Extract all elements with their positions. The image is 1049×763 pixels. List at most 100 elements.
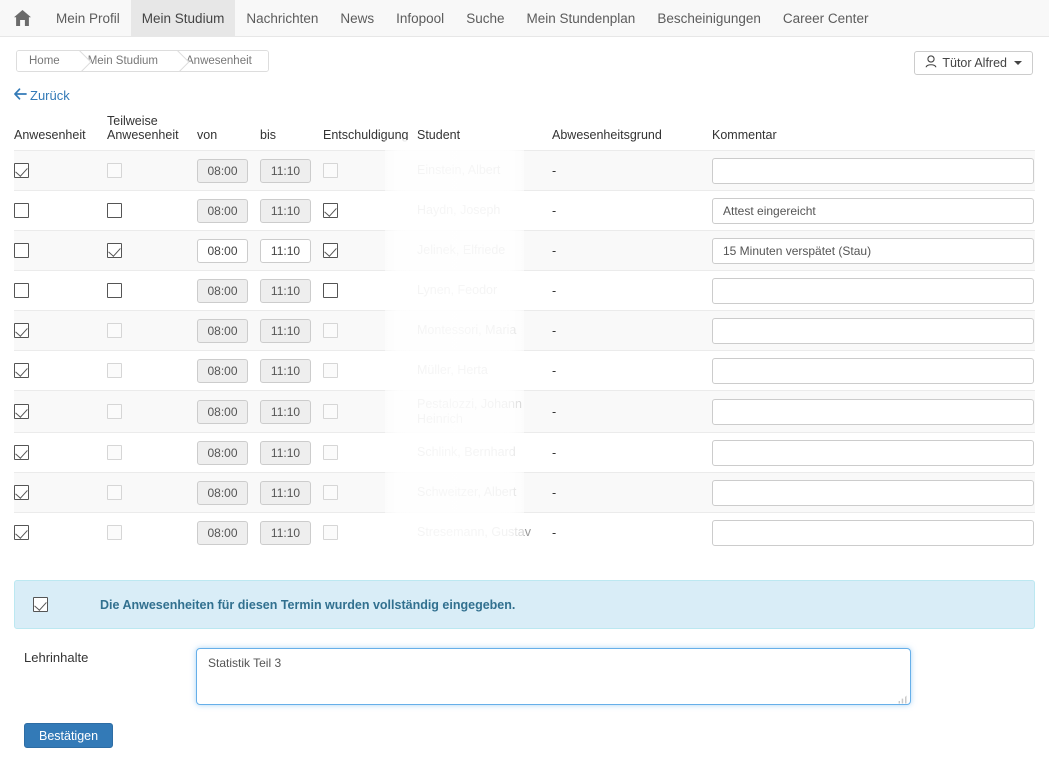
cell-von: 08:00: [197, 390, 260, 433]
anwesenheit-checkbox[interactable]: [14, 363, 29, 379]
cell-entschuldigung: [323, 230, 417, 271]
table-row: 08:00 11:10 Schweitzer, Albert -: [14, 472, 1035, 513]
teilweise-anwesenheit-checkbox[interactable]: [107, 283, 122, 299]
attendance-table-container: Anwesenheit Teilweise Anwesenheit von bi…: [14, 114, 1035, 560]
cell-entschuldigung: [323, 472, 417, 513]
breadcrumb-label: Home: [29, 55, 60, 67]
anwesenheit-checkbox[interactable]: [14, 163, 29, 179]
user-menu-button[interactable]: Tütor Alfred: [914, 51, 1033, 75]
nav-item-mein-studium[interactable]: Mein Studium: [130, 0, 236, 36]
anwesenheit-checkbox[interactable]: [14, 323, 29, 339]
cell-bis: 11:10: [260, 270, 323, 311]
nav-item-suche[interactable]: Suche: [455, 0, 515, 36]
student-name: Einstein, Albert: [417, 163, 501, 177]
anwesenheit-checkbox[interactable]: [14, 283, 29, 299]
bis-time-input: 11:10: [260, 198, 311, 223]
cell-von: 08:00: [197, 190, 260, 231]
header-label: Abwesenheitsgrund: [552, 128, 662, 142]
cell-abwesenheitsgrund: -: [552, 350, 712, 391]
entschuldigung-checkbox: [323, 445, 338, 461]
abwesenheitsgrund-value: -: [552, 445, 557, 460]
nav-item-bescheinigungen[interactable]: Bescheinigungen: [646, 0, 772, 36]
kommentar-input[interactable]: Attest eingereicht: [712, 197, 1034, 224]
breadcrumb-label: Mein Studium: [87, 55, 158, 67]
nav-item-career-center[interactable]: Career Center: [772, 0, 880, 36]
entschuldigung-checkbox: [323, 363, 338, 379]
cell-abwesenheitsgrund: -: [552, 390, 712, 433]
bis-time-input: 11:10: [260, 318, 311, 343]
kommentar-input[interactable]: 15 Minuten verspätet (Stau): [712, 237, 1034, 264]
nav-item-infopool[interactable]: Infopool: [385, 0, 455, 36]
kommentar-input[interactable]: [712, 439, 1034, 466]
nav-item-nachrichten[interactable]: Nachrichten: [235, 0, 329, 36]
nav-item-mein-profil[interactable]: Mein Profil: [45, 0, 131, 36]
cell-bis: 11:10: [260, 190, 323, 231]
kommentar-input[interactable]: [712, 357, 1034, 384]
resize-handle-icon[interactable]: [898, 693, 907, 704]
von-time-input: 08:00: [197, 318, 248, 343]
cell-bis: 11:10: [260, 472, 323, 513]
cell-entschuldigung: [323, 432, 417, 473]
cell-kommentar: [712, 512, 1035, 553]
cell-student: Müller, Herta: [417, 350, 552, 391]
anwesenheit-checkbox[interactable]: [14, 404, 29, 420]
anwesenheit-checkbox[interactable]: [14, 485, 29, 501]
cell-von: 08:00: [197, 310, 260, 351]
anwesenheit-checkbox[interactable]: [14, 525, 29, 541]
lehrinhalte-textarea[interactable]: Statistik Teil 3: [196, 648, 911, 705]
entschuldigung-checkbox[interactable]: [323, 203, 338, 219]
column-header-von: von: [197, 114, 260, 151]
bis-time-input: 11:10: [260, 399, 311, 424]
kommentar-input[interactable]: [712, 317, 1034, 344]
caret-down-icon: [1014, 61, 1022, 65]
von-time-input[interactable]: 08:00: [197, 238, 248, 263]
nav-item-label: Mein Studium: [141, 10, 225, 26]
header-label: Kommentar: [712, 128, 777, 142]
anwesenheit-checkbox[interactable]: [14, 445, 29, 461]
kommentar-input[interactable]: [712, 277, 1034, 304]
nav-item-mein-stundenplan[interactable]: Mein Stundenplan: [515, 0, 646, 36]
breadcrumb-item-home[interactable]: Home: [17, 51, 76, 71]
nav-item-news[interactable]: News: [329, 0, 385, 36]
bis-time-input[interactable]: 11:10: [260, 238, 311, 263]
cell-teilweise-anwesenheit: [107, 150, 197, 191]
entschuldigung-checkbox[interactable]: [323, 243, 338, 259]
back-link[interactable]: Zurück: [14, 88, 70, 103]
home-button[interactable]: [0, 0, 45, 36]
cell-anwesenheit: [14, 512, 107, 553]
cell-teilweise-anwesenheit: [107, 432, 197, 473]
cell-bis: 11:10: [260, 150, 323, 191]
anwesenheit-checkbox[interactable]: [14, 203, 29, 219]
teilweise-anwesenheit-checkbox[interactable]: [107, 243, 122, 259]
lehrinhalte-value: Statistik Teil 3: [208, 656, 282, 670]
nav-item-label: Nachrichten: [246, 10, 319, 26]
von-time-input: 08:00: [197, 358, 248, 383]
entschuldigung-checkbox: [323, 485, 338, 501]
cell-abwesenheitsgrund: -: [552, 270, 712, 311]
cell-entschuldigung: [323, 310, 417, 351]
completion-checkbox[interactable]: [33, 597, 48, 612]
kommentar-input[interactable]: [712, 479, 1034, 506]
abwesenheitsgrund-value: -: [552, 525, 557, 540]
cell-kommentar: [712, 472, 1035, 513]
entschuldigung-checkbox[interactable]: [323, 283, 338, 299]
bis-time-input: 11:10: [260, 158, 311, 183]
cell-entschuldigung: [323, 150, 417, 191]
completion-alert-text: Die Anwesenheiten für diesen Termin wurd…: [100, 597, 516, 612]
confirm-button[interactable]: Bestätigen: [24, 723, 114, 748]
cell-abwesenheitsgrund: -: [552, 310, 712, 351]
cell-anwesenheit: [14, 350, 107, 391]
abwesenheitsgrund-value: -: [552, 363, 557, 378]
kommentar-input[interactable]: [712, 519, 1034, 546]
table-row: 08:00 11:10 Montessori, Maria -: [14, 310, 1035, 351]
column-header-entschuldigung: Entschuldigung: [323, 114, 417, 151]
teilweise-anwesenheit-checkbox[interactable]: [107, 203, 122, 219]
student-name: Stresemann, Gustav: [417, 525, 531, 540]
kommentar-input[interactable]: [712, 157, 1034, 184]
teilweise-anwesenheit-checkbox: [107, 363, 122, 379]
kommentar-input[interactable]: [712, 398, 1034, 425]
teilweise-anwesenheit-checkbox: [107, 485, 122, 501]
anwesenheit-checkbox[interactable]: [14, 243, 29, 259]
column-header-abwesenheitsgrund: Abwesenheitsgrund: [552, 114, 712, 151]
cell-kommentar: [712, 432, 1035, 473]
